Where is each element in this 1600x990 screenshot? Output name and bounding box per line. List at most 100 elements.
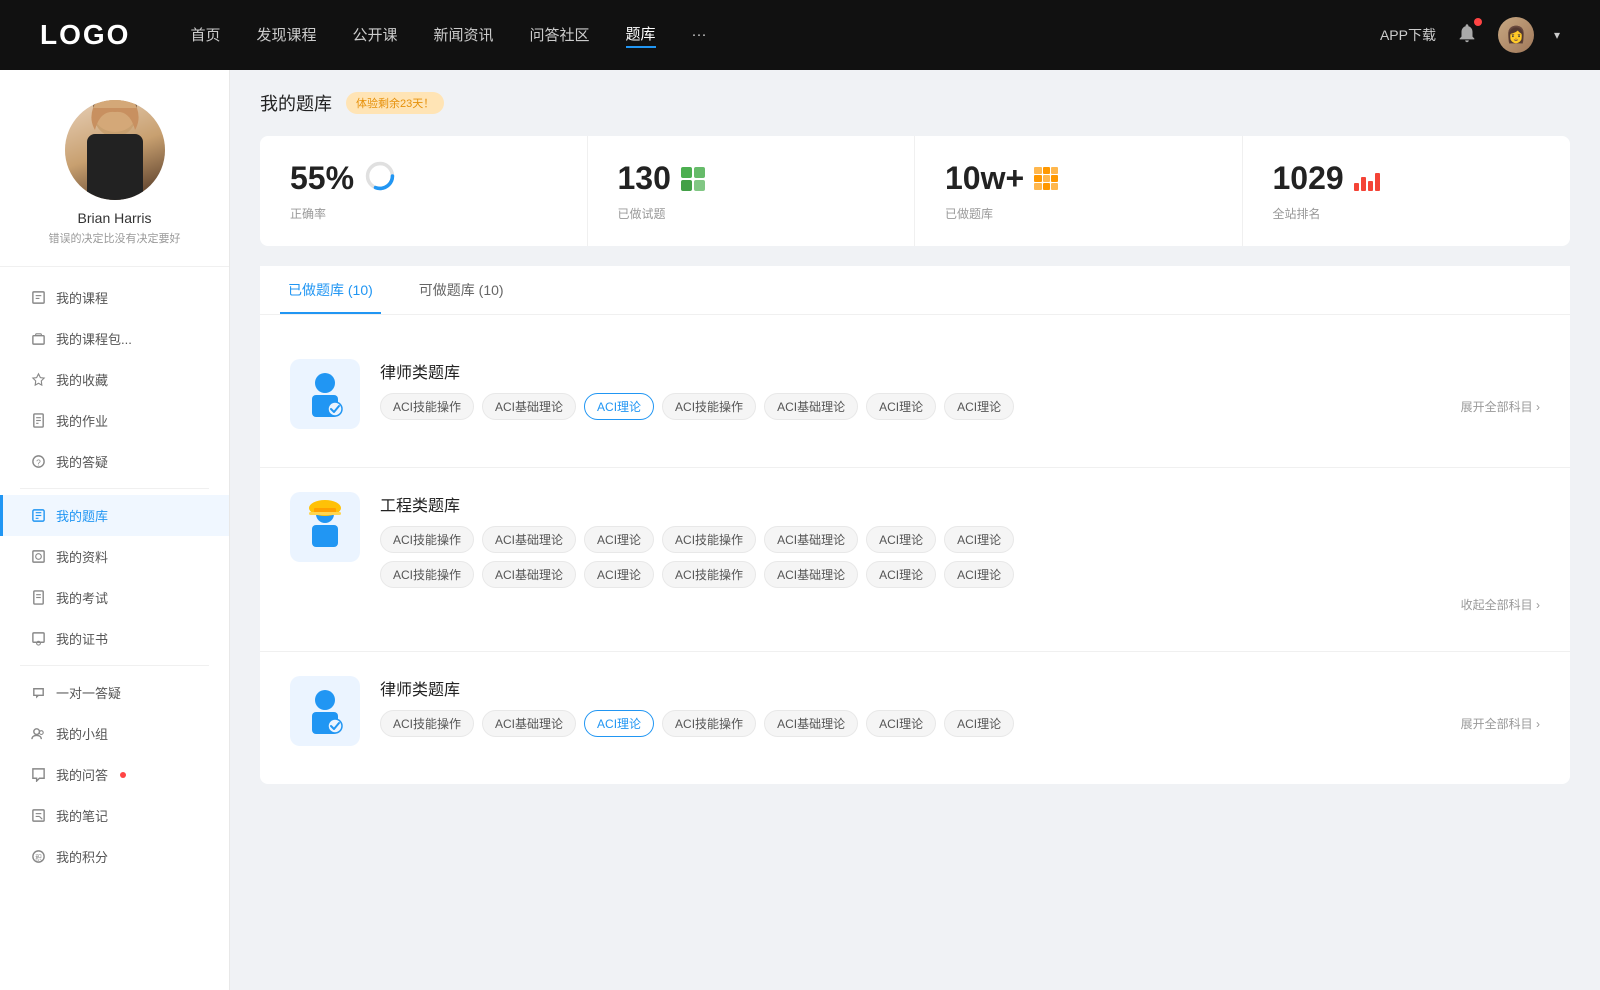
tag-1-6[interactable]: ACI理论	[944, 393, 1014, 420]
sidebar-item-material[interactable]: 我的资料	[0, 536, 229, 577]
expand-col-3: 展开全部科目 ›	[1451, 711, 1540, 736]
sidebar: Brian Harris 错误的决定比没有决定要好 我的课程 我的课程包...	[0, 70, 230, 990]
sidebar-item-homework[interactable]: 我的作业	[0, 400, 229, 441]
main-layout: Brian Harris 错误的决定比没有决定要好 我的课程 我的课程包...	[0, 70, 1600, 990]
tag-2-r2-0[interactable]: ACI技能操作	[380, 561, 474, 588]
tag-1-3[interactable]: ACI技能操作	[662, 393, 756, 420]
nav-qbank[interactable]: 题库	[626, 23, 656, 48]
nav-news[interactable]: 新闻资讯	[434, 24, 494, 47]
sidebar-nav: 我的课程 我的课程包... 我的收藏 我的作业	[0, 277, 229, 877]
expand-link-3[interactable]: 展开全部科目 ›	[1461, 711, 1540, 736]
qbank-title-2: 工程类题库	[380, 492, 1540, 516]
sidebar-item-favorites[interactable]: 我的收藏	[0, 359, 229, 400]
collapse-link[interactable]: 收起全部科目 ›	[380, 596, 1540, 613]
tag-2-r2-5[interactable]: ACI理论	[866, 561, 936, 588]
orange-cell-1	[1034, 167, 1041, 174]
qbank-card-engineer: 工程类题库 ACI技能操作 ACI基础理论 ACI理论 ACI技能操作 ACI基…	[260, 468, 1570, 652]
tag-2-r2-1[interactable]: ACI基础理论	[482, 561, 576, 588]
nav-more[interactable]: ···	[692, 26, 707, 45]
stat-accuracy-value: 55%	[290, 160, 354, 197]
stat-banks-top: 10w+	[945, 160, 1212, 197]
sidebar-item-points[interactable]: 积 我的积分	[0, 836, 229, 877]
tag-2-r2-6[interactable]: ACI理论	[944, 561, 1014, 588]
tag-3-3[interactable]: ACI技能操作	[662, 710, 756, 737]
svg-text:积: 积	[35, 853, 42, 862]
tag-2-r2-2[interactable]: ACI理论	[584, 561, 654, 588]
tag-2-r1-4[interactable]: ACI基础理论	[764, 526, 858, 553]
tag-3-0[interactable]: ACI技能操作	[380, 710, 474, 737]
bar-3	[1368, 181, 1373, 191]
qbank-content-3: 律师类题库 ACI技能操作 ACI基础理论 ACI理论 ACI技能操作 ACI基…	[380, 676, 1540, 737]
tags-col-3: ACI技能操作 ACI基础理论 ACI理论 ACI技能操作 ACI基础理论 AC…	[380, 710, 1451, 737]
tag-2-r1-2[interactable]: ACI理论	[584, 526, 654, 553]
tag-3-2[interactable]: ACI理论	[584, 710, 654, 737]
nav-home[interactable]: 首页	[190, 24, 220, 47]
sidebar-label-notes: 我的笔记	[56, 806, 108, 825]
orange-cell-4	[1034, 175, 1041, 182]
tags-row1-engineer: ACI技能操作 ACI基础理论 ACI理论 ACI技能操作 ACI基础理论 AC…	[380, 526, 1540, 553]
tag-1-0[interactable]: ACI技能操作	[380, 393, 474, 420]
sidebar-label-homework: 我的作业	[56, 411, 108, 430]
tab-available-banks[interactable]: 可做题库 (10)	[411, 266, 512, 314]
sidebar-item-qbank[interactable]: 我的题库	[0, 495, 229, 536]
tag-2-r1-3[interactable]: ACI技能操作	[662, 526, 756, 553]
qbank-engineer-icon	[290, 492, 360, 562]
stat-banks-value: 10w+	[945, 160, 1024, 197]
tag-3-6[interactable]: ACI理论	[944, 710, 1014, 737]
sidebar-item-notes[interactable]: 我的笔记	[0, 795, 229, 836]
tag-2-r1-5[interactable]: ACI理论	[866, 526, 936, 553]
grid-cell-4	[694, 180, 705, 191]
tag-1-2[interactable]: ACI理论	[584, 393, 654, 420]
tag-3-5[interactable]: ACI理论	[866, 710, 936, 737]
orange-cell-3	[1051, 167, 1058, 174]
page-header: 我的题库 体验剩余23天！	[260, 90, 1570, 116]
tag-2-r2-3[interactable]: ACI技能操作	[662, 561, 756, 588]
nav-discover[interactable]: 发现课程	[256, 24, 316, 47]
user-menu-chevron[interactable]: ▾	[1554, 28, 1560, 42]
tag-2-r1-0[interactable]: ACI技能操作	[380, 526, 474, 553]
app-download-button[interactable]: APP下载	[1380, 25, 1436, 45]
stat-ranking-top: 1029	[1273, 160, 1541, 197]
svg-text:?: ?	[36, 457, 41, 467]
bar-1	[1354, 183, 1359, 191]
nav-qa[interactable]: 问答社区	[530, 24, 590, 47]
sidebar-item-answerq[interactable]: ? 我的答疑	[0, 441, 229, 482]
qbank-content-2: 工程类题库 ACI技能操作 ACI基础理论 ACI理论 ACI技能操作 ACI基…	[380, 492, 1540, 613]
tag-3-1[interactable]: ACI基础理论	[482, 710, 576, 737]
tag-2-r1-1[interactable]: ACI基础理论	[482, 526, 576, 553]
top-navigation: LOGO 首页 发现课程 公开课 新闻资讯 问答社区 题库 ··· APP下载 …	[0, 0, 1600, 70]
expand-link-1[interactable]: 展开全部科目 ›	[1461, 394, 1540, 419]
user-avatar[interactable]: 👩	[1498, 17, 1534, 53]
sidebar-divider-1	[20, 488, 209, 489]
sidebar-item-qa[interactable]: 我的问答	[0, 754, 229, 795]
orange-cell-7	[1034, 183, 1041, 190]
profile-name: Brian Harris	[78, 210, 152, 226]
tags-expand-3: ACI技能操作 ACI基础理论 ACI理论 ACI技能操作 ACI基础理论 AC…	[380, 710, 1540, 737]
nav-menu: 首页 发现课程 公开课 新闻资讯 问答社区 题库 ···	[190, 23, 1380, 48]
tag-1-1[interactable]: ACI基础理论	[482, 393, 576, 420]
tag-1-5[interactable]: ACI理论	[866, 393, 936, 420]
tab-done-banks[interactable]: 已做题库 (10)	[280, 266, 381, 314]
star-icon	[30, 372, 46, 388]
tag-2-r2-4[interactable]: ACI基础理论	[764, 561, 858, 588]
qbank-title-1: 律师类题库	[380, 359, 1540, 383]
sidebar-item-exam[interactable]: 我的考试	[0, 577, 229, 618]
nav-right: APP下载 👩 ▾	[1380, 17, 1560, 53]
tag-1-4[interactable]: ACI基础理论	[764, 393, 858, 420]
page-title: 我的题库	[260, 90, 332, 116]
sidebar-item-course[interactable]: 我的课程	[0, 277, 229, 318]
grid-icon	[681, 167, 705, 191]
tag-2-r1-6[interactable]: ACI理论	[944, 526, 1014, 553]
nav-mooc[interactable]: 公开课	[352, 24, 397, 47]
qbank-card-lawyer-2: 律师类题库 ACI技能操作 ACI基础理论 ACI理论 ACI技能操作 ACI基…	[260, 652, 1570, 784]
sidebar-item-group[interactable]: 我的小组	[0, 713, 229, 754]
expand-col-1: 展开全部科目 ›	[1451, 394, 1540, 419]
sidebar-item-package[interactable]: 我的课程包...	[0, 318, 229, 359]
sidebar-item-cert[interactable]: 我的证书	[0, 618, 229, 659]
qbank-content-1: 律师类题库 ACI技能操作 ACI基础理论 ACI理论 ACI技能操作 ACI基…	[380, 359, 1540, 420]
sidebar-item-oneone[interactable]: 一对一答疑	[0, 672, 229, 713]
qbank-header-3: 律师类题库 ACI技能操作 ACI基础理论 ACI理论 ACI技能操作 ACI基…	[290, 676, 1540, 746]
tags-row2-engineer: ACI技能操作 ACI基础理论 ACI理论 ACI技能操作 ACI基础理论 AC…	[380, 561, 1540, 588]
notification-bell[interactable]	[1456, 22, 1478, 49]
tag-3-4[interactable]: ACI基础理论	[764, 710, 858, 737]
